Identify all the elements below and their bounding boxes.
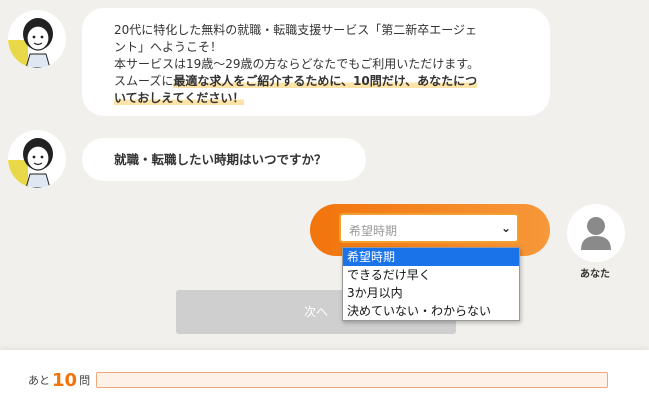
remaining-suffix: 問 (79, 374, 91, 387)
user-avatar (567, 204, 625, 262)
timing-dropdown[interactable]: 希望時期 できるだけ早く 3か月以内 決めていない・わからない (342, 247, 520, 321)
select-value: 希望時期 (349, 224, 398, 238)
bot-avatar (8, 130, 66, 188)
greeting-line-4: スムーズに最適な求人をご紹介するために、10問だけ、あなたにつ (114, 73, 534, 90)
progress-bar (96, 372, 608, 388)
remaining-prefix: あと (28, 374, 50, 387)
greeting-highlight-b: いておしえてください！ (114, 91, 245, 105)
question-bubble: 就職・転職したい時期はいつですか？ (82, 138, 366, 181)
greeting-line-4-prefix: スムーズに (114, 74, 174, 88)
remaining-count: 10 (52, 370, 78, 391)
dropdown-option[interactable]: 決めていない・わからない (343, 302, 519, 320)
progress-footer: あと 10 問 (0, 350, 649, 403)
bot-character-icon (8, 10, 66, 68)
bot-avatar (8, 10, 66, 68)
greeting-highlight-a: 最適な求人をご紹介するために、10問だけ、あなたにつ (173, 74, 478, 88)
dropdown-option[interactable]: 3か月以内 (343, 284, 519, 302)
chevron-down-icon: ⌄ (500, 221, 511, 235)
user-label: あなた (580, 269, 610, 280)
dropdown-option[interactable]: 希望時期 (343, 248, 519, 266)
greeting-bubble: 20代に特化した無料の就職・転職支援サービス「第二新卒エージェ ント」へようこそ… (82, 8, 550, 116)
bot-character-icon (8, 130, 66, 188)
greeting-line-2: ント」へようこそ！ (114, 40, 223, 54)
greeting-line-3: 本サービスは19歳～29歳の方ならどなたでもご利用いただけます。 (114, 57, 480, 71)
user-silhouette-icon (581, 217, 611, 250)
greeting-line-1: 20代に特化した無料の就職・転職支援サービス「第二新卒エージェ (114, 23, 478, 37)
question-text: 就職・転職したい時期はいつですか？ (114, 152, 327, 167)
dropdown-option[interactable]: できるだけ早く (343, 266, 519, 284)
remaining-questions: あと 10 問 (28, 370, 90, 391)
timing-select[interactable]: 希望時期 ⌄ (339, 213, 519, 243)
greeting-line-5: いておしえてください！ (114, 90, 534, 107)
